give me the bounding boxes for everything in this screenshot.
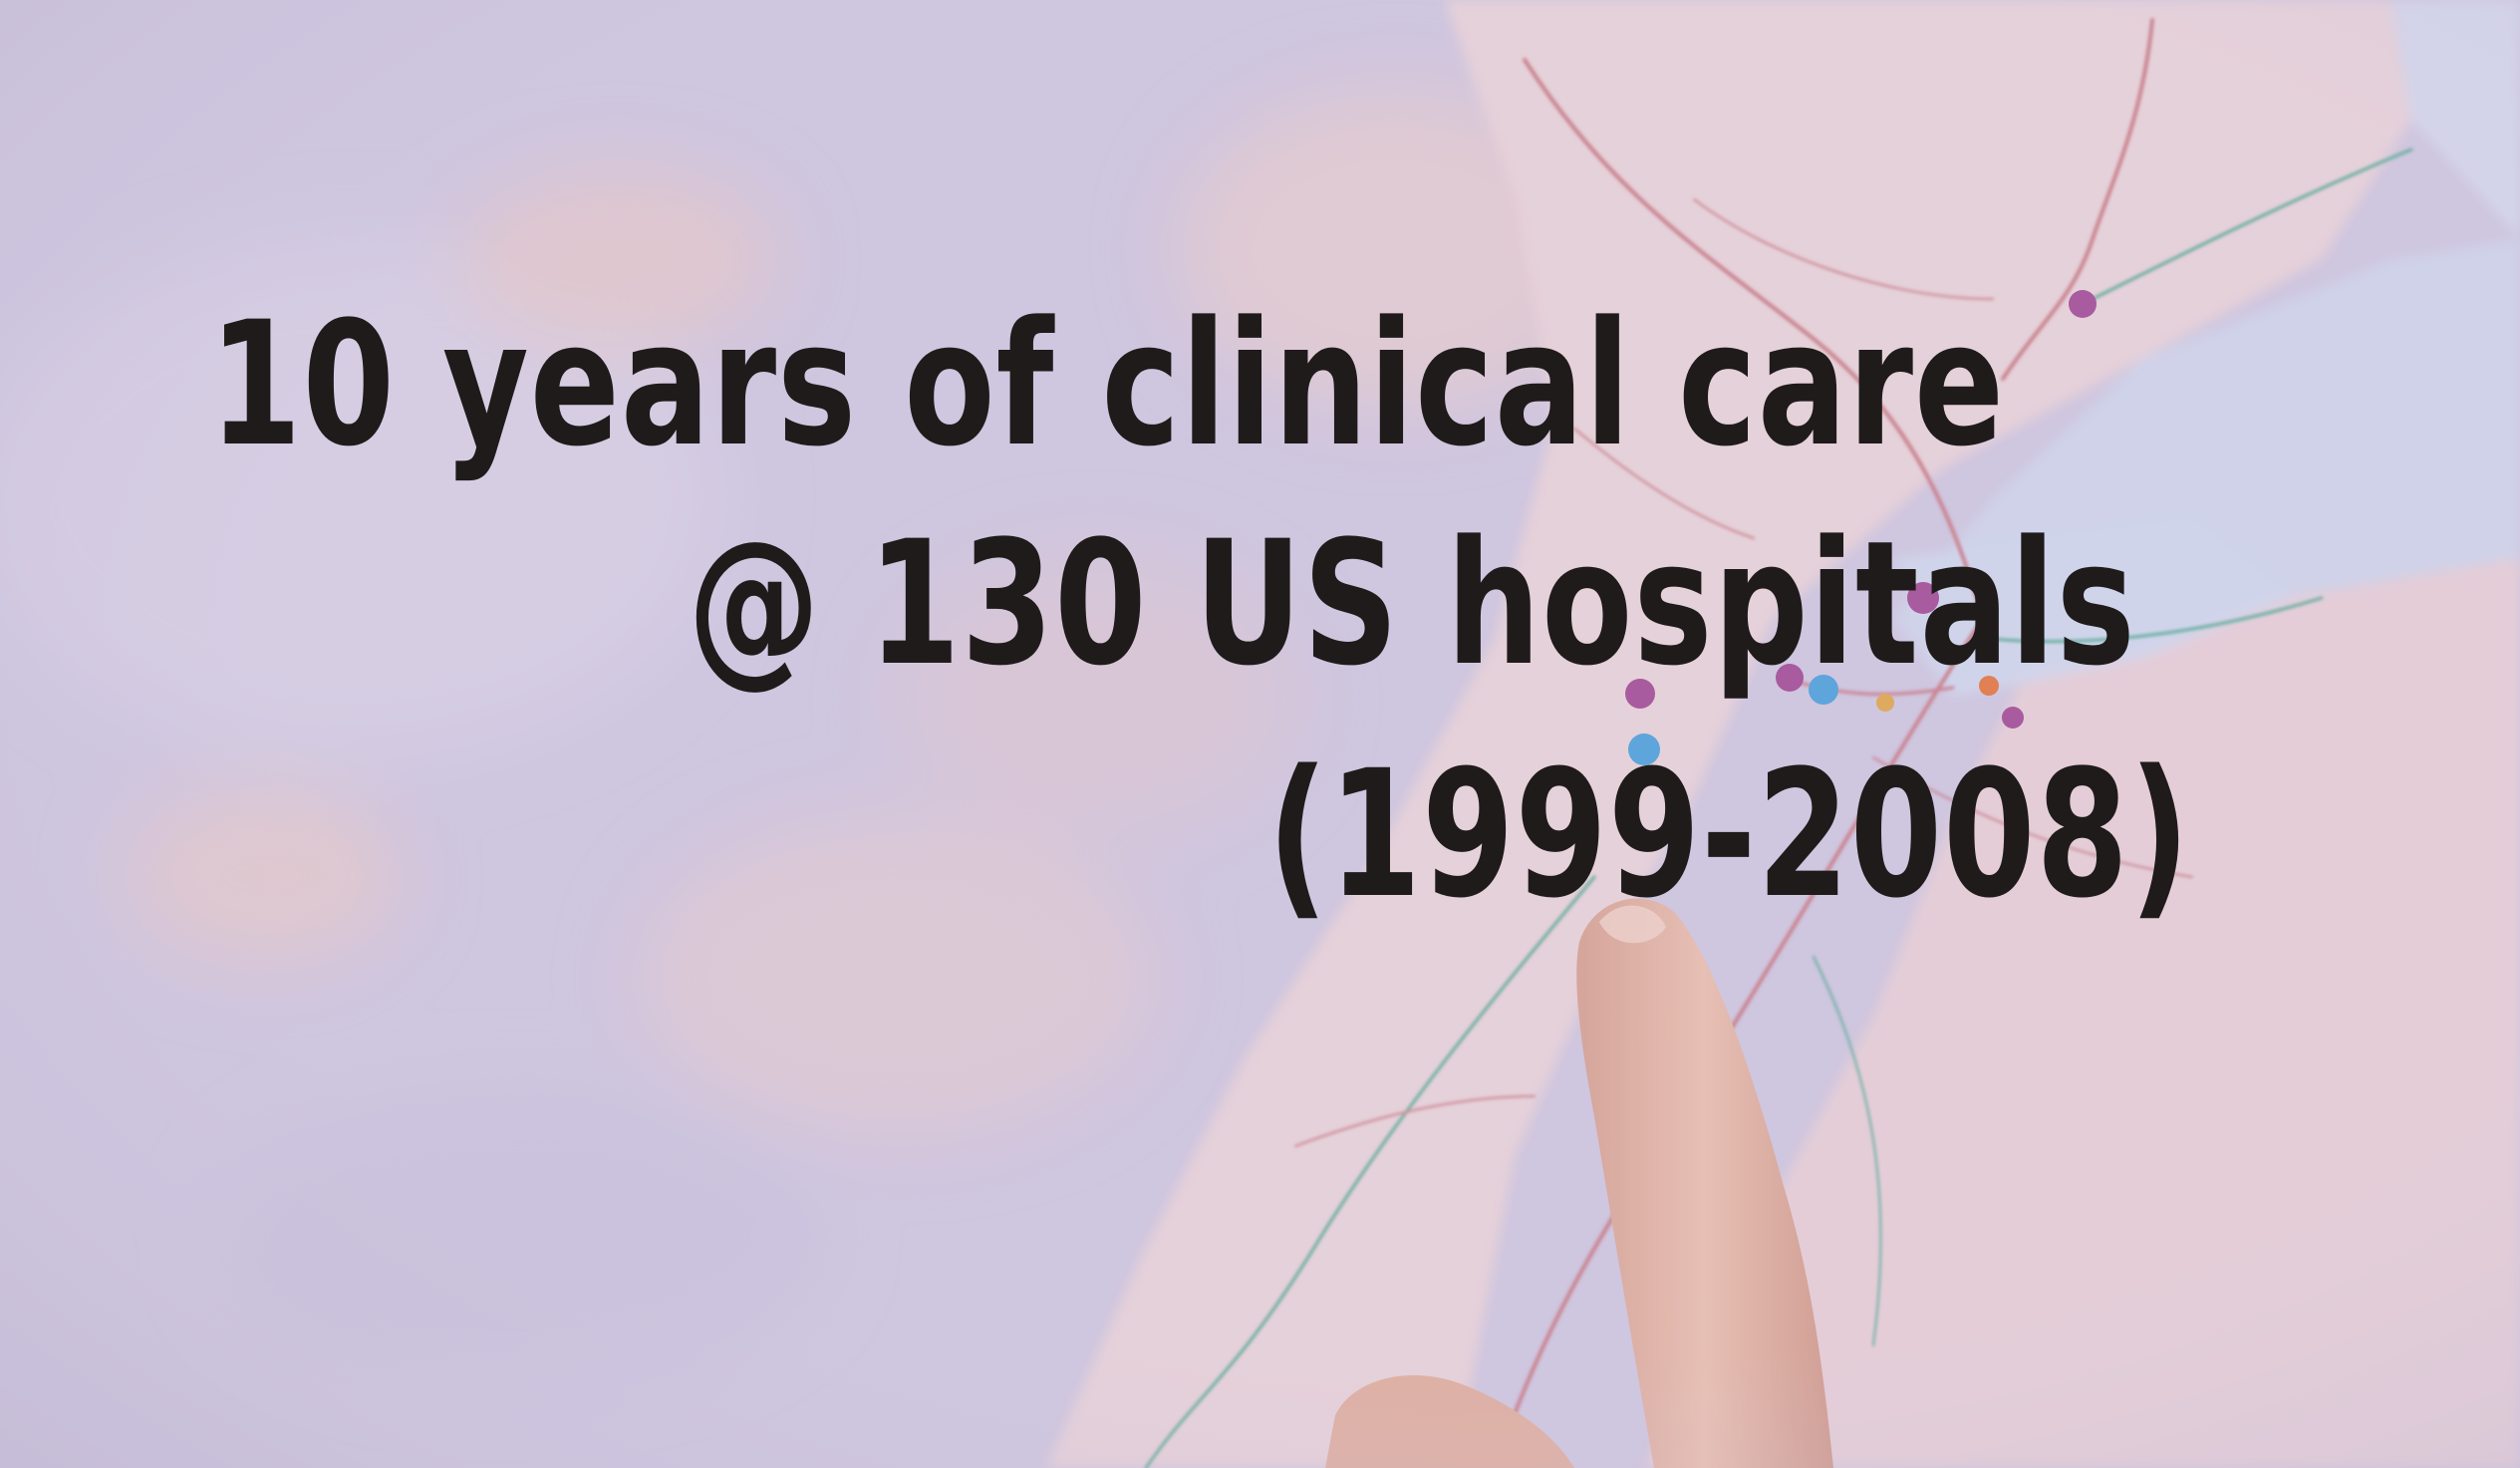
headline-line-2: @ 130 US hospitals [688,503,2136,704]
headline-line-3: (1999-2008) [1267,733,2191,937]
headline-line-1: 10 years of clinical care [209,284,2006,484]
